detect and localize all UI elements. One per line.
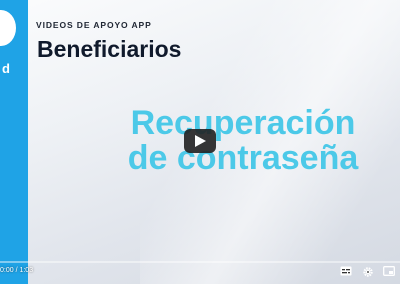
- logo-text: d: [2, 61, 10, 76]
- duration: 1:03: [19, 267, 34, 274]
- progress-bar[interactable]: [0, 261, 400, 263]
- logo-circle: [0, 10, 16, 46]
- play-button[interactable]: [184, 129, 216, 153]
- play-icon: [195, 135, 206, 147]
- headline-line-2: de contraseña: [127, 139, 359, 177]
- video-title: Beneficiarios: [37, 36, 182, 62]
- headline-line-1: Recuperación: [130, 104, 356, 142]
- subtitles-icon: [340, 266, 352, 276]
- time-display: 0:00 / 1:03: [0, 267, 33, 274]
- brand-strip: d: [0, 0, 28, 284]
- settings-icon: [363, 267, 373, 277]
- subtitles-button[interactable]: [340, 266, 354, 278]
- current-time: 0:00: [0, 267, 14, 274]
- video-headline: Recuperación de contraseña: [118, 106, 368, 176]
- settings-button[interactable]: [362, 266, 376, 278]
- video-player[interactable]: d VIDEOS DE APOYO APP Beneficiarios Recu…: [0, 0, 400, 284]
- video-eyebrow: VIDEOS DE APOYO APP: [36, 20, 152, 30]
- miniplayer-button[interactable]: [383, 266, 397, 278]
- miniplayer-icon: [383, 266, 395, 276]
